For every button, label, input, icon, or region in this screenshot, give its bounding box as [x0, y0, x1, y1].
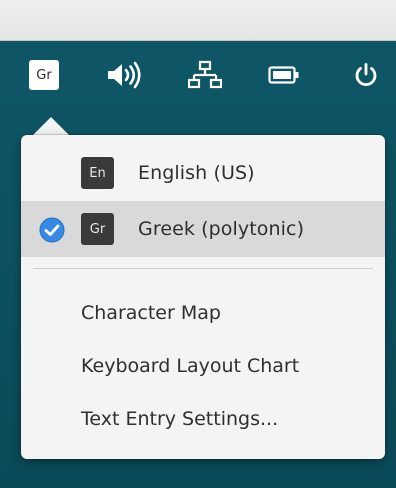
keyboard-layout-badge: Gr [29, 60, 59, 90]
character-map-menu-item[interactable]: Character Map [21, 287, 385, 339]
network-icon [188, 60, 222, 89]
network-indicator[interactable] [186, 41, 224, 109]
input-source-badge: En [81, 157, 114, 189]
popover-arrow [33, 117, 69, 135]
text-entry-settings-menu-item[interactable]: Text Entry Settings... [21, 393, 385, 445]
top-panel: Gr [0, 41, 396, 109]
input-source-label: Greek (polytonic) [138, 218, 305, 240]
check-icon [39, 217, 65, 243]
battery-icon [268, 66, 299, 84]
input-source-badge: Gr [81, 213, 114, 245]
menu-item-label: Character Map [81, 302, 221, 324]
window-top-strip [0, 0, 396, 41]
input-source-english-us[interactable]: En English (US) [21, 145, 385, 201]
battery-indicator[interactable] [267, 41, 301, 109]
keyboard-layout-chart-menu-item[interactable]: Keyboard Layout Chart [21, 340, 385, 392]
keyboard-layout-indicator[interactable]: Gr [28, 41, 60, 109]
input-source-label: English (US) [138, 162, 255, 184]
menu-item-label: Keyboard Layout Chart [81, 355, 300, 377]
volume-icon [108, 61, 141, 89]
input-source-greek-polytonic[interactable]: Gr Greek (polytonic) [21, 201, 385, 257]
menu-separator [33, 268, 373, 269]
power-icon [355, 63, 377, 87]
menu-item-label: Text Entry Settings... [81, 408, 279, 430]
volume-indicator[interactable] [104, 41, 146, 109]
keyboard-layout-menu: En English (US) Gr Greek (polytonic) Cha… [21, 135, 385, 459]
power-indicator[interactable] [352, 41, 380, 109]
